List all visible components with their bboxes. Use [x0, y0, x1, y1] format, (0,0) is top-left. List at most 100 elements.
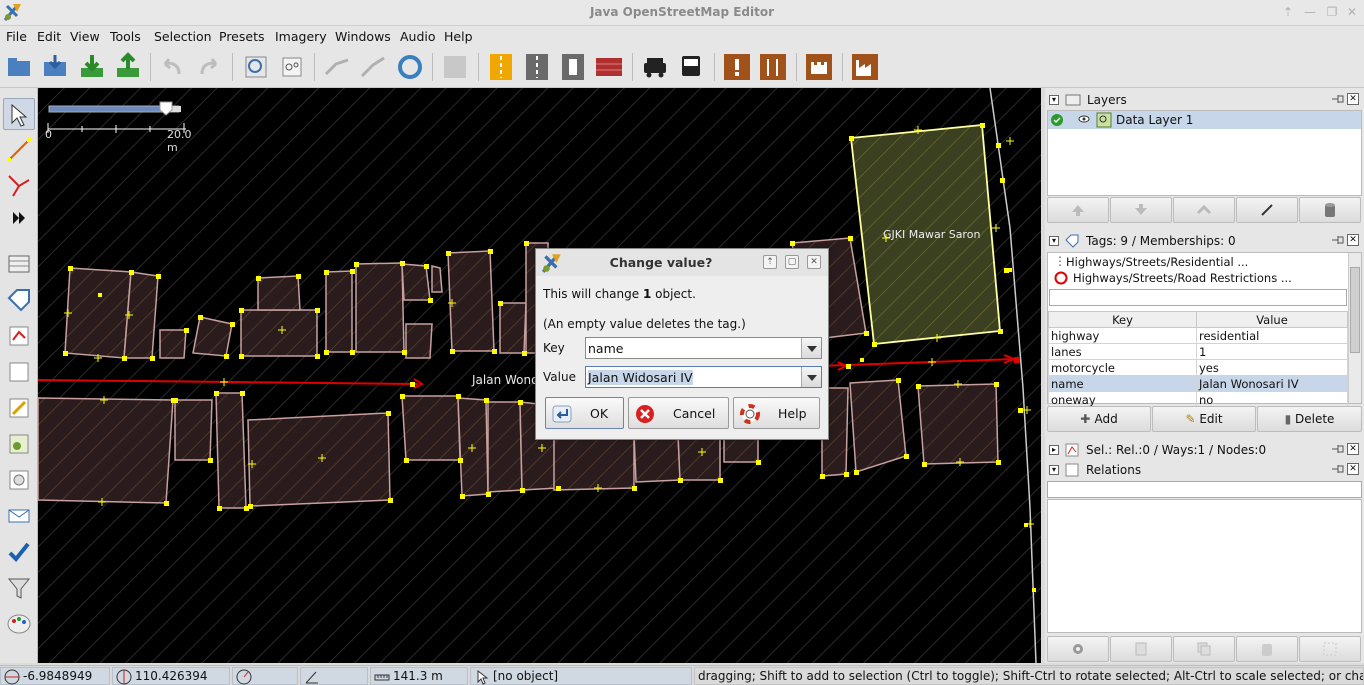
pin-icon[interactable] — [1332, 444, 1344, 454]
move-up-button[interactable] — [1047, 197, 1109, 223]
preset-attention-button[interactable] — [720, 50, 754, 84]
add-tag-button[interactable]: ✚ Add — [1047, 406, 1151, 432]
activate-layer-button[interactable] — [1236, 197, 1298, 223]
upload-button[interactable] — [111, 50, 145, 84]
relation-filter-input[interactable] — [1047, 481, 1362, 498]
preset-castle-button[interactable] — [802, 50, 836, 84]
chevron-down-icon[interactable] — [801, 367, 821, 387]
reverse-way-button[interactable] — [393, 50, 427, 84]
expand-toggle-icon[interactable]: ▸ — [1049, 445, 1059, 455]
pin-icon[interactable] — [1332, 94, 1344, 104]
table-row[interactable]: highway residential — [1048, 327, 1348, 344]
menu-windows[interactable]: Windows — [335, 29, 391, 44]
toggle-filter-button[interactable] — [3, 572, 35, 604]
minimize-button[interactable]: — — [1302, 4, 1318, 20]
visibility-eye-icon[interactable] — [1078, 114, 1090, 124]
select-mode-button[interactable] — [3, 98, 35, 130]
toggle-validation-button[interactable] — [3, 536, 35, 568]
key-combobox[interactable]: name — [585, 337, 822, 359]
cancel-button[interactable]: Cancel — [628, 397, 729, 429]
menu-imagery[interactable]: Imagery — [275, 29, 327, 44]
menu-view[interactable]: View — [70, 29, 100, 44]
toggle-tags-button[interactable] — [3, 284, 35, 316]
menu-edit[interactable]: Edit — [37, 29, 61, 44]
collapse-toggle-icon[interactable]: ▾ — [1049, 465, 1059, 475]
layer-row[interactable]: Data Layer 1 — [1048, 111, 1361, 129]
relations-list[interactable] — [1047, 499, 1362, 633]
improve-way-button[interactable] — [3, 170, 35, 202]
move-down-button[interactable] — [1110, 197, 1172, 223]
toggle-conflicts-button[interactable] — [3, 500, 35, 532]
pin-icon[interactable] — [1332, 464, 1344, 474]
active-layer-check-icon[interactable] — [1051, 114, 1063, 126]
toggle-commands-button[interactable] — [3, 428, 35, 460]
preset-bus-button[interactable] — [674, 50, 708, 84]
maximize-button[interactable]: ❐ — [1324, 4, 1340, 20]
edit-relation-button[interactable] — [1110, 636, 1172, 662]
dialog-title-bar[interactable]: Change value? ⇡ ▢ ✕ — [536, 249, 828, 276]
toggle-mappaint-button[interactable] — [3, 608, 35, 640]
value-combobox[interactable]: Jalan Widosari IV — [585, 366, 822, 388]
split-way-button[interactable] — [320, 50, 354, 84]
zoom-to-button[interactable] — [239, 50, 273, 84]
preset-wall-button[interactable] — [592, 50, 626, 84]
help-button[interactable]: Help — [733, 397, 820, 429]
menu-presets[interactable]: Presets — [219, 29, 265, 44]
preset-car-button[interactable] — [638, 50, 672, 84]
preferences-button[interactable] — [275, 50, 309, 84]
selection-panel-header[interactable]: ▸ Sel.: Rel.:0 / Ways:1 / Nodes:0 ✕ — [1045, 440, 1364, 460]
toggle-layers-button[interactable] — [3, 248, 35, 280]
value-input[interactable]: Jalan Widosari IV — [588, 370, 693, 385]
save-button[interactable] — [38, 50, 72, 84]
select-members-button[interactable] — [1299, 636, 1361, 662]
value-column-header[interactable]: Value — [1196, 311, 1348, 328]
dialog-up-button[interactable]: ⇡ — [763, 255, 777, 269]
chevron-down-icon[interactable] — [801, 338, 821, 358]
delete-relation-button[interactable] — [1236, 636, 1298, 662]
menu-help[interactable]: Help — [444, 29, 473, 44]
preset-traffic-signals-button[interactable] — [556, 50, 590, 84]
tag-search-input[interactable] — [1049, 289, 1347, 306]
tags-scrollbar[interactable] — [1348, 253, 1361, 403]
duplicate-relation-button[interactable] — [1173, 636, 1235, 662]
edit-tag-button[interactable]: ✎ Edit — [1152, 406, 1256, 432]
menu-audio[interactable]: Audio — [400, 29, 436, 44]
preset-road-yellow-button[interactable] — [484, 50, 518, 84]
dialog-maximize-button[interactable]: ▢ — [785, 255, 799, 269]
menu-selection[interactable]: Selection — [154, 29, 212, 44]
window-up-icon[interactable]: ⇡ — [1280, 4, 1296, 20]
collapse-toggle-icon[interactable]: ▾ — [1049, 236, 1059, 246]
table-row-selected[interactable]: name Jalan Wonosari IV — [1048, 375, 1348, 392]
layers-panel-header[interactable]: ▾ Layers ✕ — [1045, 90, 1364, 110]
pin-icon[interactable] — [1332, 235, 1344, 245]
toggle-selection-button[interactable] — [3, 320, 35, 352]
preset-disabled-button[interactable] — [438, 50, 472, 84]
collapse-toggle-icon[interactable]: ▾ — [1049, 95, 1059, 105]
menu-file[interactable]: File — [6, 29, 27, 44]
table-row[interactable]: lanes 1 — [1048, 343, 1348, 360]
toggle-authors-button[interactable] — [3, 464, 35, 496]
more-modes-button[interactable] — [3, 202, 35, 234]
preset-road-grey-button[interactable] — [520, 50, 554, 84]
combine-way-button[interactable] — [356, 50, 390, 84]
close-panel-icon[interactable]: ✕ — [1347, 93, 1359, 105]
preset-item[interactable]: ⋮ Highways/Streets/Residential ... — [1048, 254, 1348, 270]
undo-button[interactable] — [155, 50, 189, 84]
close-window-button[interactable]: ✕ — [1344, 4, 1360, 20]
preset-item[interactable]: Highways/Streets/Road Restrictions ... — [1048, 270, 1348, 286]
toggle-history-button[interactable] — [3, 392, 35, 424]
delete-tag-button[interactable]: ▮ Delete — [1257, 406, 1362, 432]
key-column-header[interactable]: Key — [1048, 311, 1197, 328]
close-panel-icon[interactable]: ✕ — [1347, 443, 1359, 455]
new-relation-button[interactable] — [1047, 636, 1109, 662]
table-row[interactable]: motorcycle yes — [1048, 359, 1348, 376]
redo-button[interactable] — [192, 50, 226, 84]
close-panel-icon[interactable]: ✕ — [1347, 234, 1359, 246]
draw-mode-button[interactable] — [3, 134, 35, 166]
open-file-button[interactable] — [2, 50, 36, 84]
tags-panel-header[interactable]: ▾ Tags: 9 / Memberships: 0 ✕ — [1045, 231, 1364, 251]
relations-panel-header[interactable]: ▾ Relations ✕ — [1045, 460, 1364, 480]
close-panel-icon[interactable]: ✕ — [1347, 463, 1359, 475]
preset-restaurant-button[interactable] — [756, 50, 790, 84]
download-button[interactable] — [75, 50, 109, 84]
